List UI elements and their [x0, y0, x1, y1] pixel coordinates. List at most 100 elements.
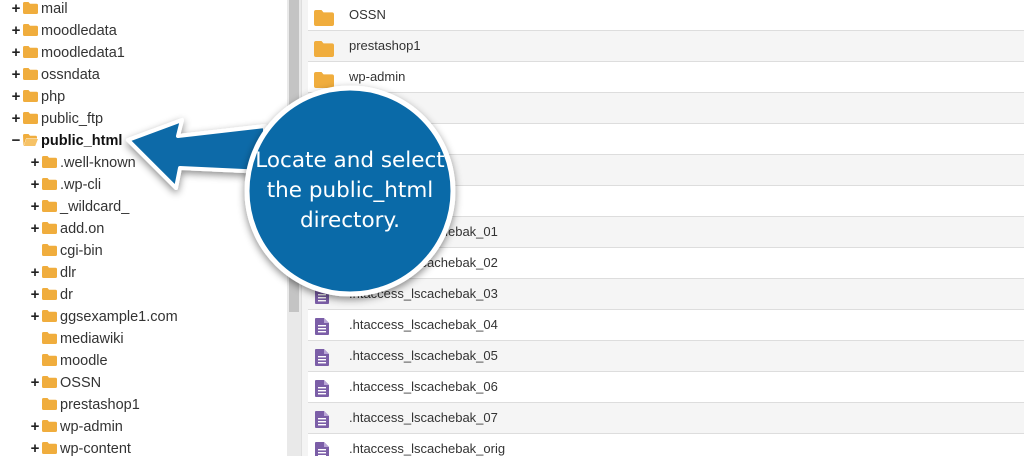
tree-item-label: add.on	[60, 221, 105, 237]
file-name: .htaccess_lscachebak_05	[349, 348, 498, 363]
tree-item-label: public_html	[41, 133, 123, 149]
collapse-icon[interactable]: −	[10, 130, 22, 152]
tree-item-label: cgi-bin	[60, 243, 103, 259]
expand-icon[interactable]: +	[29, 306, 41, 328]
file-name: .htaccess_lscachebak_07	[349, 410, 498, 425]
document-icon	[315, 440, 332, 456]
tree-item-prestashop1[interactable]: prestashop1	[29, 394, 140, 416]
folder-icon	[42, 200, 57, 212]
expand-icon[interactable]: +	[29, 218, 41, 240]
tree-item-label: dr	[60, 287, 73, 303]
tree-item-label: .wp-cli	[60, 177, 102, 193]
tree-item-ossn[interactable]: + OSSN	[29, 372, 101, 394]
expand-icon[interactable]: +	[29, 438, 41, 456]
tree-item-label: wp-admin	[60, 419, 123, 435]
tree-item-label: .well-known	[60, 155, 136, 171]
tree-item-wp-admin[interactable]: + wp-admin	[29, 416, 123, 438]
tree-item-public-html[interactable]: − public_html	[10, 130, 123, 152]
expand-icon[interactable]: +	[29, 416, 41, 438]
tree-item-label: ggsexample1.com	[60, 309, 178, 325]
tree-item-wildcard[interactable]: + _wildcard_	[29, 196, 130, 218]
file-row[interactable]: .htaccess_lscachebak_03	[308, 279, 1024, 310]
tree-item-label: mediawiki	[60, 331, 124, 347]
tree-item-mediawiki[interactable]: mediawiki	[29, 328, 124, 350]
file-row[interactable]	[308, 155, 1024, 186]
folder-icon	[23, 2, 38, 14]
file-name: .htaccess_lscachebak_orig	[349, 441, 506, 456]
tree-item-label: public_ftp	[41, 111, 104, 127]
file-row[interactable]	[308, 93, 1024, 124]
tree-item-moodledata[interactable]: + moodledata	[10, 20, 117, 42]
file-row[interactable]: .htaccess_lscachebak_04	[308, 310, 1024, 341]
tree-item-label: dlr	[60, 265, 77, 281]
folder-icon	[314, 38, 334, 57]
expand-icon[interactable]: +	[29, 262, 41, 284]
tree-item-dr[interactable]: + dr	[29, 284, 73, 306]
tree-item-add-on[interactable]: + add.on	[29, 218, 105, 240]
tree-item-label: prestashop1	[60, 397, 140, 413]
tree-item-moodle[interactable]: moodle	[29, 350, 108, 372]
tree-item-public-ftp[interactable]: + public_ftp	[10, 108, 103, 130]
file-row[interactable]: prestashop1	[308, 31, 1024, 62]
file-row[interactable]: .htaccess_lscachebak_06	[308, 372, 1024, 403]
tree-item-label: ossndata	[41, 67, 100, 83]
folder-icon	[314, 69, 334, 88]
pane-divider[interactable]	[301, 0, 308, 456]
file-name: .htaccess_lscachebak_02	[349, 255, 498, 270]
expand-icon[interactable]: +	[10, 86, 22, 108]
tree-item-dlr[interactable]: + dlr	[29, 262, 77, 284]
file-row[interactable]: wp-admin	[308, 62, 1024, 93]
expand-icon[interactable]: +	[10, 64, 22, 86]
file-row[interactable]: .htaccess_lscachebak_02	[308, 248, 1024, 279]
tree-item-mail[interactable]: + mail	[10, 0, 68, 20]
file-row[interactable]	[308, 186, 1024, 217]
tree-item-moodledata1[interactable]: + moodledata1	[10, 42, 125, 64]
expand-icon[interactable]: +	[10, 0, 22, 20]
folder-icon	[42, 266, 57, 278]
tree-item-label: OSSN	[60, 375, 102, 391]
file-name: .htaccess_lscachebak_06	[349, 379, 498, 394]
expand-icon[interactable]: +	[29, 372, 41, 394]
folder-icon	[42, 156, 57, 168]
expand-icon[interactable]: +	[10, 108, 22, 130]
file-row[interactable]: .htaccess_lscachebak_05	[308, 341, 1024, 372]
tree-item-label: php	[41, 89, 66, 105]
tree-item-cgi-bin[interactable]: cgi-bin	[29, 240, 103, 262]
tree-item-wp-cli[interactable]: + .wp-cli	[29, 174, 101, 196]
document-icon	[315, 285, 332, 304]
document-icon	[315, 254, 332, 273]
file-row[interactable]: .htaccess_lscachebak_07	[308, 403, 1024, 434]
folder-icon	[42, 288, 57, 300]
folder-open-icon	[23, 134, 38, 146]
tree-item-label: mail	[41, 1, 68, 17]
tree-item-ggsexample1-com[interactable]: + ggsexample1.com	[29, 306, 178, 328]
file-name: OSSN	[349, 7, 386, 22]
tree-item-php[interactable]: + php	[10, 86, 66, 108]
file-row[interactable]: OSSN	[308, 0, 1024, 31]
expand-icon[interactable]: +	[10, 42, 22, 64]
file-row[interactable]	[308, 124, 1024, 155]
file-row[interactable]: .htaccess_lscachebak_orig	[308, 434, 1024, 456]
tree-scrollbar-thumb[interactable]	[289, 0, 299, 312]
folder-icon	[23, 24, 38, 36]
file-name: .htaccess_lscachebak_04	[349, 317, 498, 332]
tree-item-label: moodledata1	[41, 45, 125, 61]
file-name: prestashop1	[349, 38, 421, 53]
expand-icon[interactable]: +	[29, 152, 41, 174]
document-icon	[315, 409, 332, 428]
tree-item-label: moodledata	[41, 23, 117, 39]
expand-icon[interactable]: +	[29, 174, 41, 196]
folder-icon	[23, 112, 38, 124]
tree-scrollbar[interactable]	[287, 0, 301, 456]
document-icon	[315, 316, 332, 335]
tree-item-well-known[interactable]: + .well-known	[29, 152, 136, 174]
folder-icon	[42, 310, 57, 322]
expand-icon[interactable]: +	[29, 284, 41, 306]
tree-item-ossndata[interactable]: + ossndata	[10, 64, 100, 86]
expand-icon[interactable]: +	[10, 20, 22, 42]
folder-icon	[42, 354, 57, 366]
expand-icon[interactable]: +	[29, 196, 41, 218]
tree-item-label: moodle	[60, 353, 108, 369]
file-row[interactable]: .htaccess_lscachebak_01	[308, 217, 1024, 248]
tree-item-wp-content[interactable]: + wp-content	[29, 438, 131, 456]
